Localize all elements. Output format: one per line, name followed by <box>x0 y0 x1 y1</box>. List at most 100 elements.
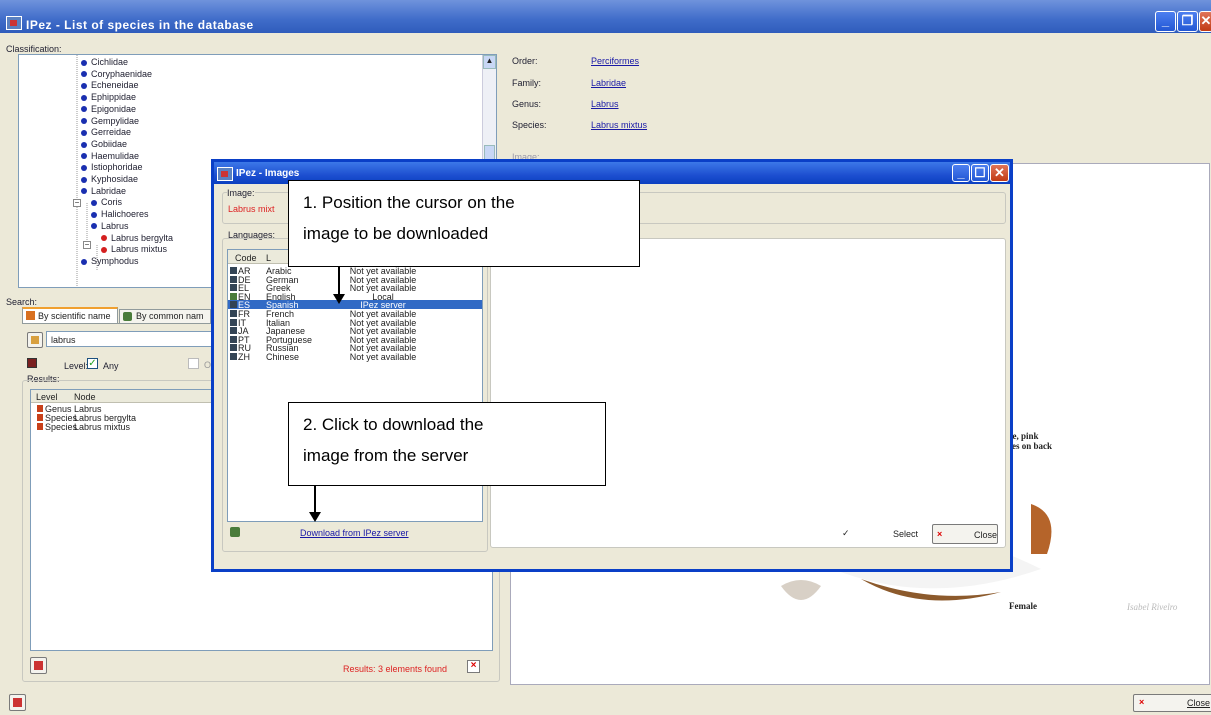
search-tab-panel <box>22 323 212 325</box>
results-header-level[interactable]: Level <box>36 392 58 402</box>
tree-item[interactable]: Epigonidae <box>81 104 136 114</box>
tab-common-name[interactable]: By common nam <box>119 309 211 323</box>
tree-item[interactable]: Halichoeres <box>91 209 149 219</box>
tree-item[interactable]: Coris <box>91 197 122 207</box>
tree-item[interactable]: Symphodus <box>81 256 139 266</box>
tree-item[interactable]: Gempylidae <box>81 116 139 126</box>
tree-item-label: Coris <box>101 197 123 208</box>
language-icon <box>230 327 237 335</box>
tree-item-label: Ephippidae <box>91 92 137 103</box>
dialog-close-button[interactable]: ✕ <box>990 164 1009 182</box>
dialog-image-value: Labrus mixt <box>228 204 275 214</box>
level-icon <box>27 358 37 368</box>
order-label: Order: <box>512 56 538 66</box>
node-icon <box>91 223 97 230</box>
bottom-tool-button[interactable] <box>9 694 26 711</box>
tab-common-label: By common nam <box>136 311 204 321</box>
tree-item[interactable]: Haemulidae <box>81 151 139 161</box>
node-icon <box>81 71 87 78</box>
results-count: Results: 3 elements found <box>343 664 448 674</box>
node-icon <box>81 141 87 148</box>
level-any-checkbox[interactable]: ✓ <box>87 358 98 369</box>
dialog-close-text-button[interactable]: × Close <box>932 524 998 544</box>
dialog-close-icon: × <box>937 529 943 539</box>
node-icon <box>91 200 97 207</box>
minimize-button[interactable]: _ <box>1155 11 1176 32</box>
labrus-expander[interactable]: − <box>83 241 91 249</box>
dialog-close-label: Close <box>974 530 998 540</box>
tree-item[interactable]: Labrus <box>91 221 129 231</box>
language-icon <box>230 353 237 360</box>
level-label: Level: <box>64 361 89 371</box>
node-icon <box>101 235 107 242</box>
tree-item-label: Labrus <box>101 220 129 231</box>
order-link[interactable]: Perciformes <box>591 56 639 66</box>
genus-link[interactable]: Labrus <box>591 99 619 109</box>
node-icon <box>81 164 87 171</box>
search-query-text: labrus <box>51 335 76 345</box>
tree-item[interactable]: Kyphosidae <box>81 174 138 184</box>
tree-item-label: Haemulidae <box>91 150 140 161</box>
node-icon <box>101 246 107 253</box>
tree-item[interactable]: Echeneidae <box>81 80 139 90</box>
tab-scientific-name[interactable]: By scientific name <box>22 307 118 323</box>
language-icon <box>230 267 237 274</box>
tab-scientific-label: By scientific name <box>38 311 111 321</box>
close-window-button[interactable]: ✕ <box>1199 11 1211 32</box>
download-from-server-link[interactable]: Download from IPez server <box>300 528 409 538</box>
tree-item-label: Gobiidae <box>91 138 128 149</box>
main-close-button[interactable]: × Close <box>1133 694 1211 712</box>
node-icon <box>81 258 87 265</box>
tree-item[interactable]: Labrus bergylta <box>101 233 173 243</box>
language-icon <box>230 275 237 283</box>
tree-item-label: Halichoeres <box>101 209 149 220</box>
tree-item[interactable]: Cichlidae <box>81 57 128 67</box>
result-node-icon <box>37 405 43 412</box>
search-button[interactable] <box>27 332 43 348</box>
genus-label: Genus: <box>512 99 542 109</box>
dialog-maximize-button[interactable]: ☐ <box>971 164 989 182</box>
tree-item-label: Labridae <box>91 185 127 196</box>
download-icon <box>230 527 240 537</box>
node-icon <box>81 59 87 66</box>
dialog-minimize-button[interactable]: _ <box>952 164 970 182</box>
window-title: IPez - List of species in the database <box>26 18 254 32</box>
tree-item-label: Epigonidae <box>91 103 137 114</box>
clear-results-button[interactable]: × <box>467 660 480 673</box>
languages-header-name[interactable]: L <box>266 253 271 263</box>
tree-item-label: Gempylidae <box>91 115 140 126</box>
species-link[interactable]: Labrus mixtus <box>591 120 647 130</box>
scientific-tab-icon <box>26 311 35 320</box>
language-icon <box>230 335 237 343</box>
results-header-node[interactable]: Node <box>74 392 96 402</box>
select-button[interactable]: ✓ Select <box>839 524 919 544</box>
family-label: Family: <box>512 78 541 88</box>
scroll-up-button[interactable]: ▲ <box>483 55 496 69</box>
family-link[interactable]: Labridae <box>591 78 626 88</box>
tree-item[interactable]: Labrus mixtus <box>101 244 167 254</box>
tree-item[interactable]: Istiophoridae <box>81 162 143 172</box>
node-icon <box>81 176 87 183</box>
tree-item-label: Gerreidae <box>91 127 132 138</box>
arrow-1-shaft <box>338 267 340 297</box>
language-code: ZH <box>238 352 250 362</box>
node-icon <box>81 129 87 136</box>
search-input[interactable]: labrus <box>46 331 212 347</box>
level-other-checkbox[interactable] <box>188 358 199 369</box>
tree-item[interactable]: Gerreidae <box>81 127 131 137</box>
tree-item[interactable]: Labridae <box>81 186 126 196</box>
tree-item[interactable]: Coryphaenidae <box>81 69 152 79</box>
image-credit: Isabel Rivelro <box>1127 602 1178 612</box>
result-node: Labrus mixtus <box>74 422 131 432</box>
labridae-expander[interactable]: − <box>73 199 81 207</box>
tree-item[interactable]: Ephippidae <box>81 92 136 102</box>
tree-item[interactable]: Gobiidae <box>81 139 127 149</box>
arrow-2-shaft <box>314 486 316 514</box>
languages-header-code[interactable]: Code <box>235 253 257 263</box>
language-icon <box>230 344 237 352</box>
tree-item-label: Labrus mixtus <box>111 244 168 255</box>
restore-button[interactable]: ❐ <box>1177 11 1198 32</box>
language-row[interactable]: ZH Chinese Not yet available <box>228 352 482 362</box>
export-results-button[interactable] <box>30 657 47 674</box>
tool-icon <box>13 698 22 707</box>
